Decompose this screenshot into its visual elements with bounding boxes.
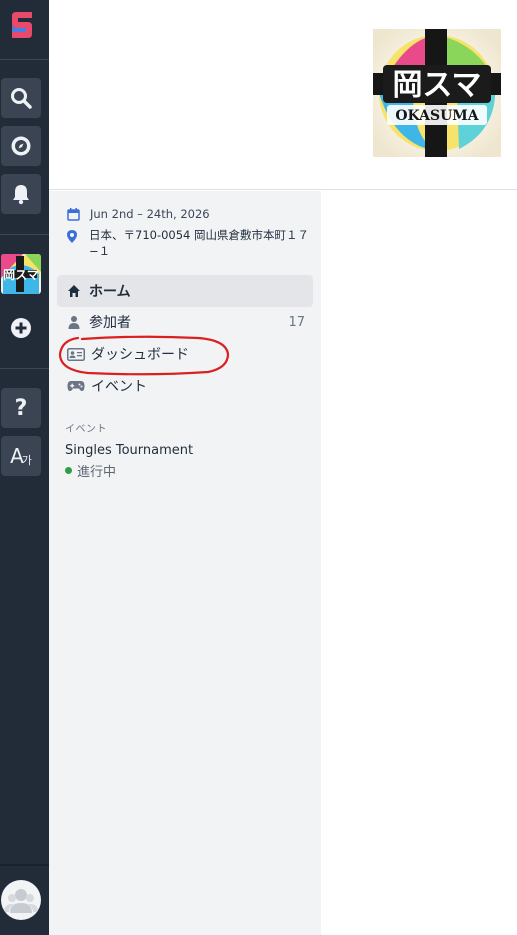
discover-button[interactable]: [1, 126, 41, 166]
nav-events-label: イベント: [91, 379, 147, 395]
nav-dashboard[interactable]: ダッシュボード: [57, 338, 313, 370]
event-date: Jun 2nd – 24th, 2026: [90, 207, 210, 221]
language-icon-hangul: 가: [21, 454, 32, 467]
nav-home-label: ホーム: [89, 284, 131, 300]
user-icon: [68, 316, 80, 329]
language-button[interactable]: A가: [1, 436, 41, 476]
bell-icon: [13, 185, 29, 205]
compass-icon: [11, 136, 31, 156]
rail-bottom-divider: [0, 864, 49, 866]
brand-logo-icon[interactable]: [8, 10, 36, 40]
event-logo-text: 岡スマ: [392, 68, 481, 103]
help-button[interactable]: ?: [1, 388, 41, 428]
nav-attendees[interactable]: 参加者 17: [57, 306, 313, 338]
rail-divider: [0, 368, 49, 369]
search-icon: [11, 88, 32, 109]
event-header: 岡スマ OKASUMA: [49, 0, 517, 190]
event-singles-tournament[interactable]: Singles Tournament: [65, 443, 193, 458]
status-dot: [65, 467, 72, 474]
gamepad-icon: [67, 381, 85, 391]
avatar[interactable]: [1, 880, 41, 920]
location-pin-icon: [67, 230, 77, 243]
nav-events[interactable]: イベント: [57, 370, 313, 402]
add-circle-icon: [11, 318, 31, 338]
notifications-button[interactable]: [1, 174, 41, 214]
event-sidebar: Jun 2nd – 24th, 2026 日本、〒710-0054 岡山県倉敷市…: [49, 191, 321, 935]
left-rail: 岡スマ ? A가: [0, 0, 49, 935]
rail-divider: [0, 234, 49, 235]
calendar-icon: [67, 208, 80, 221]
nav-dashboard-label: ダッシュボード: [91, 347, 189, 363]
thumb-text: 岡スマ: [3, 268, 39, 282]
event-address[interactable]: 日本、〒710-0054 岡山県倉敷市本町１７−１: [89, 227, 313, 259]
nav-home[interactable]: ホーム: [57, 275, 313, 307]
nav-attendees-label: 参加者: [89, 315, 131, 331]
search-button[interactable]: [1, 78, 41, 118]
rail-divider: [0, 59, 49, 60]
language-icon: A가: [10, 444, 32, 468]
help-icon: ?: [14, 395, 28, 421]
event-status: 進行中: [65, 461, 116, 480]
event-address-row: 日本、〒710-0054 岡山県倉敷市本町１７−１: [67, 227, 313, 259]
event-logo-subtext: OKASUMA: [395, 108, 479, 124]
event-thumbnail[interactable]: 岡スマ: [1, 254, 41, 294]
event-status-label: 進行中: [77, 465, 117, 480]
add-community-button[interactable]: [1, 308, 41, 348]
home-icon: [68, 285, 80, 297]
event-date-row: Jun 2nd – 24th, 2026: [67, 207, 210, 221]
event-logo: 岡スマ OKASUMA: [373, 29, 501, 157]
users-icon: [4, 889, 38, 913]
id-card-icon: [67, 347, 85, 361]
events-section-heading: イベント: [65, 424, 107, 435]
attendee-count: 17: [288, 314, 305, 330]
